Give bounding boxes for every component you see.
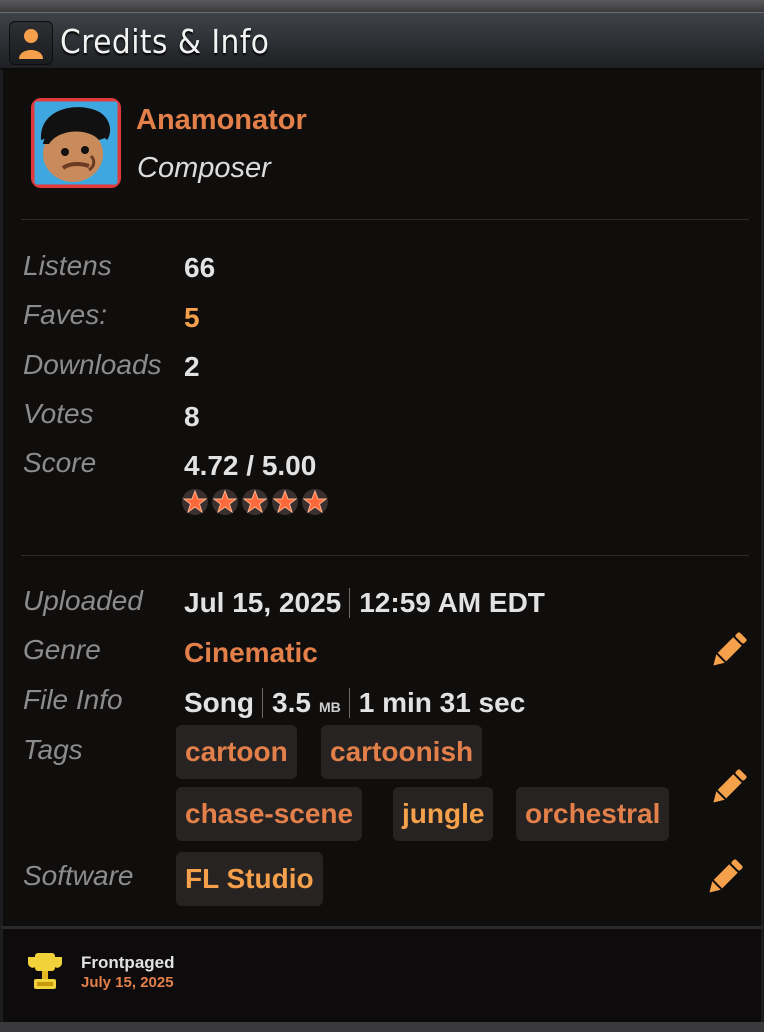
star-icon[interactable] bbox=[181, 488, 209, 516]
listens-label: Listens bbox=[23, 250, 112, 281]
faves-value[interactable]: 5 bbox=[184, 302, 200, 334]
separator bbox=[262, 687, 263, 718]
file-type: Song bbox=[184, 687, 254, 718]
genre-link[interactable]: Cinematic bbox=[184, 637, 318, 669]
edit-tags-pencil-icon[interactable] bbox=[707, 765, 751, 809]
trophy-icon bbox=[28, 953, 62, 989]
frontpaged-title: Frontpaged bbox=[81, 953, 175, 972]
tag-cartoonish[interactable]: cartoonish bbox=[321, 725, 483, 779]
tag-orchestral[interactable]: orchestral bbox=[516, 787, 670, 841]
divider bbox=[21, 219, 749, 220]
votes-label: Votes bbox=[23, 398, 94, 429]
score-value: 4.72 / 5.00 bbox=[184, 450, 317, 481]
uploaded-value: Jul 15, 2025 12:59 AM EDT bbox=[184, 587, 545, 620]
tags-label: Tags bbox=[23, 734, 83, 765]
file-size: 3.5 bbox=[272, 687, 311, 718]
frontpaged-footer: Frontpaged July 15, 2025 bbox=[0, 926, 764, 1022]
frontpaged-date: July 15, 2025 bbox=[81, 974, 174, 991]
software-label: Software bbox=[23, 860, 134, 891]
tag-cartoon[interactable]: cartoon bbox=[176, 725, 297, 779]
file-size-unit: MB bbox=[318, 699, 341, 715]
author-avatar[interactable] bbox=[31, 98, 121, 188]
tag-jungle[interactable]: jungle bbox=[393, 787, 494, 841]
bottom-strip bbox=[0, 1022, 764, 1032]
star-icon[interactable] bbox=[301, 488, 329, 516]
separator bbox=[349, 587, 351, 618]
panel-title: Credits & Info bbox=[60, 22, 270, 61]
votes-value: 8 bbox=[184, 401, 200, 432]
author-role: Composer bbox=[137, 152, 271, 184]
listens-value: 66 bbox=[184, 252, 216, 283]
star-icon[interactable] bbox=[271, 488, 299, 516]
star-rating[interactable] bbox=[181, 488, 329, 516]
uploaded-label: Uploaded bbox=[23, 585, 143, 616]
faves-label: Faves: bbox=[23, 299, 108, 330]
fileinfo-label: File Info bbox=[23, 684, 123, 715]
edit-software-pencil-icon[interactable] bbox=[703, 855, 747, 899]
duration: 1 min 31 sec bbox=[358, 687, 526, 718]
downloads-label: Downloads bbox=[23, 349, 162, 380]
genre-label: Genre bbox=[23, 634, 101, 665]
downloads-value: 2 bbox=[184, 351, 200, 382]
tag-chase-scene[interactable]: chase-scene bbox=[176, 787, 363, 841]
uploaded-date: Jul 15, 2025 bbox=[184, 587, 342, 618]
star-icon[interactable] bbox=[241, 488, 269, 516]
software-fl-studio[interactable]: FL Studio bbox=[176, 852, 323, 906]
fileinfo-value: Song 3.5 MB 1 min 31 sec bbox=[184, 687, 525, 720]
divider bbox=[21, 555, 749, 556]
panel-header: Credits & Info bbox=[0, 12, 764, 70]
star-icon[interactable] bbox=[211, 488, 239, 516]
top-strip bbox=[0, 0, 764, 12]
user-icon bbox=[9, 21, 53, 65]
separator bbox=[348, 687, 350, 718]
author-name-link[interactable]: Anamonator bbox=[136, 104, 307, 137]
score-label: Score bbox=[23, 447, 97, 478]
uploaded-time: 12:59 AM EDT bbox=[359, 587, 545, 618]
credits-panel: Anamonator Composer Listens 66 Faves: 5 … bbox=[0, 70, 764, 926]
edit-genre-pencil-icon[interactable] bbox=[707, 628, 751, 672]
